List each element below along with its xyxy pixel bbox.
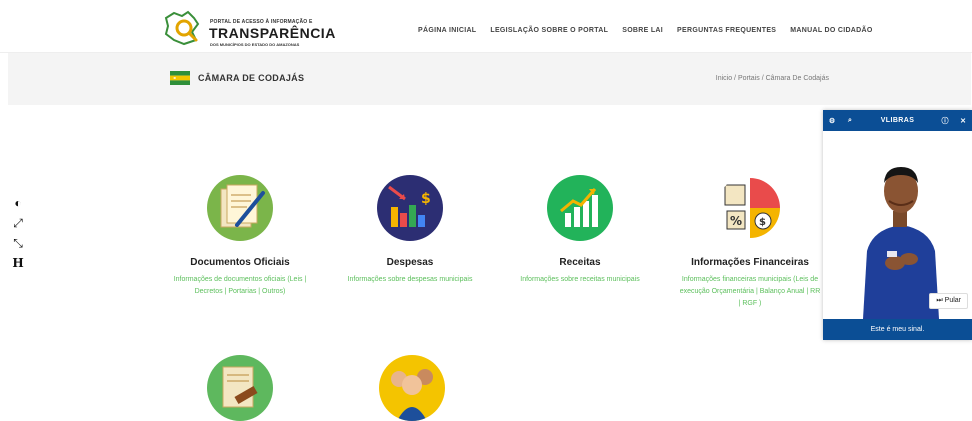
decrease-font-icon[interactable]: ⤡	[10, 233, 26, 253]
svg-text:$: $	[421, 191, 431, 207]
nav-perguntas-frequentes[interactable]: PERGUNTAS FREQUENTES	[677, 27, 776, 34]
nav-sobre-lai[interactable]: SOBRE LAI	[622, 27, 663, 34]
card-title: Informações Financeiras	[691, 257, 809, 268]
financial-info-icon: % $	[717, 175, 783, 241]
logo-sub-text: DOS MUNICÍPIOS DO ESTADO DO AMAZONAS	[210, 42, 300, 47]
top-header: PORTAL DE ACESSO À INFORMAÇÃO E TRANSPAR…	[0, 0, 972, 53]
card-title: Receitas	[559, 257, 601, 268]
card-description: Informações de documentos oficiais (Leis…	[173, 276, 307, 295]
nav-pagina-inicial[interactable]: PÁGINA INICIAL	[418, 27, 476, 34]
card-title: Despesas	[386, 257, 434, 268]
breadcrumb-current: Câmara De Codajás	[765, 75, 829, 82]
card-description: Informações sobre receitas municipais	[520, 276, 640, 283]
info-icon[interactable]: ⓘ	[936, 116, 954, 126]
card-despesas[interactable]: $ Despesas Informações sobre despesas mu…	[335, 175, 485, 286]
vlibras-footer: Este é meu sinal.	[823, 319, 972, 340]
card-receitas[interactable]: Receitas Informações sobre receitas muni…	[505, 175, 655, 286]
accessibility-toolbar: ◐ ⤢ ⤡ H	[10, 193, 26, 273]
vlibras-brand: VLIBRAS	[880, 117, 915, 124]
skip-icon: ⏭	[936, 297, 943, 304]
svg-text:$: $	[759, 217, 766, 228]
portal-logo[interactable]: PORTAL DE ACESSO À INFORMAÇÃO E TRANSPAR…	[162, 10, 335, 47]
svg-text:%: %	[730, 214, 742, 228]
vlibras-widget: ⚙ ⌕ VLIBRAS ⓘ ✕ ⏭ Pular Este é meu sinal…	[823, 110, 972, 340]
nav-legislacao[interactable]: LEGISLAÇÃO SOBRE O PORTAL	[490, 27, 608, 34]
card-description: Informações financeiras municipais (Leis…	[679, 276, 821, 307]
breadcrumb-inicio[interactable]: Inicio	[716, 75, 732, 82]
breadcrumb-portais[interactable]: Portais	[738, 75, 760, 82]
card-legislacao[interactable]	[205, 355, 275, 421]
sign-language-avatar	[863, 167, 939, 319]
close-icon[interactable]: ✕	[954, 117, 972, 125]
flag-icon	[170, 71, 190, 85]
settings-icon[interactable]: ⚙	[823, 117, 841, 125]
documents-icon	[207, 175, 273, 241]
card-title: Documentos Oficiais	[190, 257, 290, 268]
card-description: Informações sobre despesas municipais	[347, 276, 473, 283]
nav-manual-cidadao[interactable]: MANUAL DO CIDADÃO	[790, 27, 872, 34]
expenses-icon: $	[377, 175, 443, 241]
contrast-icon[interactable]: ◐	[10, 193, 26, 213]
skip-button[interactable]: ⏭ Pular	[929, 293, 968, 309]
search-icon[interactable]: ⌕	[841, 117, 859, 125]
people-icon	[379, 355, 445, 421]
breadcrumb: Inicio / Portais / Câmara De Codajás	[715, 75, 829, 82]
card-informacoes-financeiras[interactable]: % $ Informações Financeiras Informações …	[665, 175, 835, 310]
page-subheader: CÂMARA DE CODAJÁS Inicio / Portais / Câm…	[8, 53, 971, 105]
vlibras-header: ⚙ ⌕ VLIBRAS ⓘ ✕	[823, 110, 972, 131]
gavel-icon	[207, 355, 273, 421]
logo-main-text: TRANSPARÊNCIA	[209, 25, 336, 41]
card-documentos-oficiais[interactable]: Documentos Oficiais Informações de docum…	[160, 175, 320, 298]
revenue-icon	[547, 175, 613, 241]
vlibras-avatar-area: ⏭ Pular	[823, 131, 972, 319]
card-servidores[interactable]	[377, 355, 447, 421]
increase-font-icon[interactable]: ⤢	[10, 213, 26, 233]
page-title: CÂMARA DE CODAJÁS	[198, 73, 305, 83]
amazonas-map-icon	[164, 10, 200, 46]
reading-guide-icon[interactable]: H	[10, 253, 26, 273]
main-nav: PÁGINA INICIAL LEGISLAÇÃO SOBRE O PORTAL…	[418, 27, 873, 34]
